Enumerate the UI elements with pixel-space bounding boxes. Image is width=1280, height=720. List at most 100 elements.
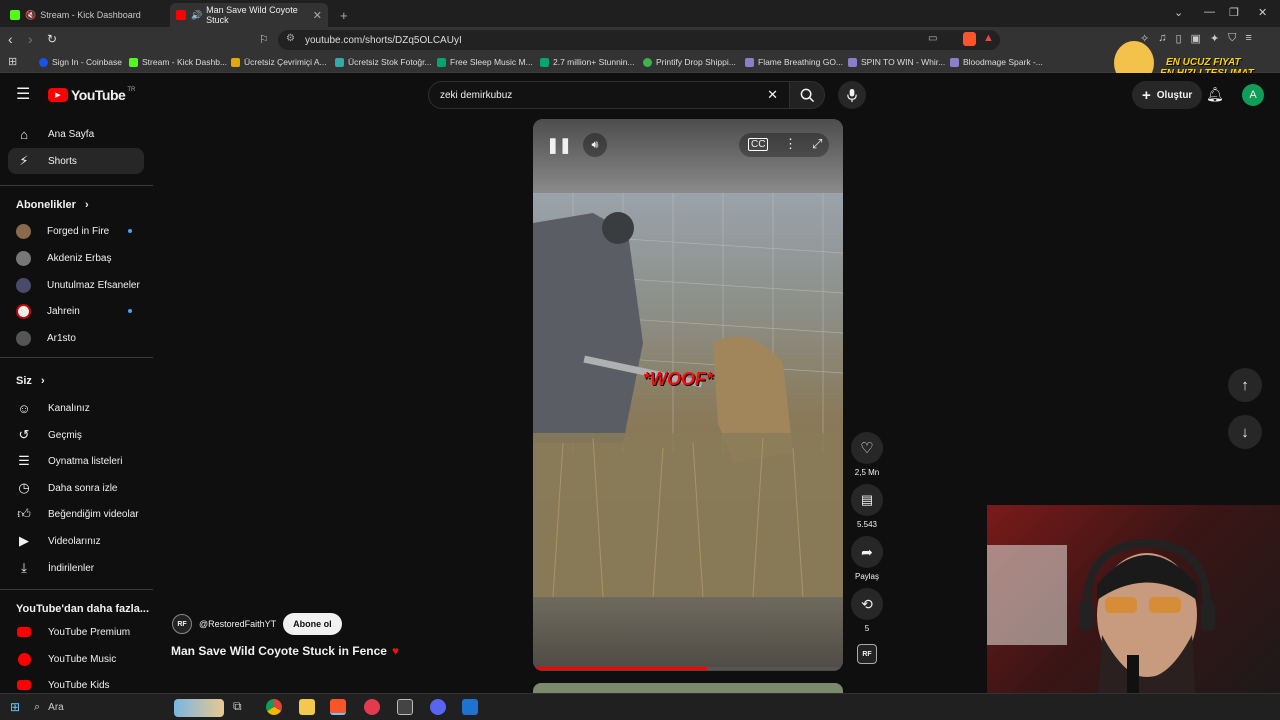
clear-search-icon[interactable]: ✕ — [767, 87, 778, 103]
subscribe-button[interactable]: Abone ol — [283, 613, 342, 635]
create-button[interactable]: + Oluştur — [1132, 81, 1203, 109]
bookmark-kick[interactable]: Stream - Kick Dashb... — [129, 57, 227, 67]
bookmark-ucretsiz-1[interactable]: Ücretsiz Çevrimiçi A... — [231, 57, 327, 67]
address-bar[interactable]: ⚙ youtube.com/shorts/DZq5OLCAUyI ▭ ▲ — [278, 30, 1000, 50]
sidebar-item-liked[interactable]: 👍︎ Beğendiğim videolar — [8, 501, 144, 527]
shorts-video-player[interactable]: *WOOF* ❚❚ 🔊︎ CC ⋮ ⤢ — [533, 119, 843, 671]
window-close-button[interactable]: ✕ — [1258, 6, 1267, 19]
tab-youtube-short[interactable]: 🔊 Man Save Wild Coyote Stuck ✕ — [170, 3, 328, 27]
back-icon[interactable]: ‹ — [8, 31, 13, 47]
bookmark-spin[interactable]: SPIN TO WIN - Whir... — [848, 57, 945, 67]
subscriptions-header[interactable]: Abonelikler › — [16, 199, 89, 211]
volume-icon: 🔊︎ — [591, 138, 599, 151]
progress-track[interactable] — [533, 667, 843, 670]
forward-icon[interactable]: › — [28, 31, 33, 47]
sub-akdeniz-erbas[interactable]: Akdeniz Erbaş — [8, 245, 144, 271]
sidebar-item-music[interactable]: YouTube Music — [8, 646, 144, 672]
next-short-preview[interactable] — [533, 683, 843, 693]
sidebar-toggle-icon[interactable]: ▯ — [1175, 32, 1181, 45]
discord-icon[interactable] — [430, 699, 446, 715]
sidebar-item-history[interactable]: ↺ Geçmiş — [8, 422, 144, 448]
comments-button[interactable]: ▤ — [851, 484, 883, 516]
sidebar-item-home[interactable]: ⌂ Ana Sayfa — [8, 121, 144, 147]
task-view-icon[interactable]: ⧉ — [233, 699, 242, 714]
like-button[interactable]: ♡ — [851, 432, 883, 464]
section-title: Siz — [16, 375, 32, 387]
new-tab-button[interactable]: + — [334, 3, 354, 27]
sub-jahrein[interactable]: Jahrein — [8, 298, 144, 324]
media-controls-icon[interactable]: ♫ — [1158, 32, 1166, 45]
previous-short-button[interactable]: ↑ — [1228, 368, 1262, 402]
bookmark-icon[interactable]: ⚐ — [259, 33, 269, 46]
fullscreen-icon[interactable]: ⤢ — [812, 136, 822, 152]
avatar-letter: A — [1249, 89, 1257, 101]
sidebar-item-playlists[interactable]: ☰ Oynatma listeleri — [8, 448, 144, 474]
sidebar-label: Unutulmaz Efsaneler — [47, 279, 140, 291]
tab-kick-dashboard[interactable]: 🔇 Stream - Kick Dashboard — [4, 3, 168, 27]
media-player-icon[interactable] — [364, 699, 380, 715]
share-button[interactable]: ➦ — [851, 536, 883, 568]
account-avatar[interactable]: A — [1242, 84, 1264, 106]
sub-unutulmaz-efsaneler[interactable]: Unutulmaz Efsaneler — [8, 272, 144, 298]
taskbar-search[interactable]: ⌕ Ara — [34, 698, 224, 717]
leo-ai-icon[interactable]: ✦ — [1210, 32, 1219, 45]
app-icon[interactable] — [462, 699, 478, 715]
brave-shield-icon[interactable] — [963, 32, 976, 46]
minimize-button[interactable]: — — [1204, 6, 1215, 18]
bookmark-coinbase[interactable]: Sign In - Coinbase — [39, 57, 122, 67]
brave-rewards-icon[interactable]: ▲ — [983, 32, 994, 44]
volume-button[interactable]: 🔊︎ — [583, 133, 607, 157]
cast-icon[interactable]: ▭ — [928, 33, 937, 44]
windows-start-icon[interactable]: ⊞ — [10, 700, 20, 714]
voice-search-button[interactable] — [838, 81, 866, 109]
bookmark-stunning[interactable]: 2.7 million+ Stunnin... — [540, 57, 635, 67]
notifications-bell-icon[interactable]: 🔔︎ — [1206, 86, 1224, 103]
bookmark-ucretsiz-2[interactable]: Ücretsiz Stok Fotoğr... — [335, 57, 432, 67]
obs-icon[interactable] — [397, 699, 413, 715]
file-explorer-icon[interactable] — [299, 699, 315, 715]
sidebar-label: Daha sonra izle — [48, 482, 118, 494]
bookmark-flame[interactable]: Flame Breathing GO... — [745, 57, 843, 67]
divider — [0, 185, 153, 186]
sidebar-item-premium[interactable]: YouTube Premium — [8, 619, 144, 645]
wallet-icon[interactable]: ▣ — [1191, 32, 1201, 45]
channel-handle[interactable]: @RestoredFaithYT — [199, 619, 276, 629]
youtube-logo[interactable]: ▶ YouTube TR — [48, 87, 135, 103]
chevron-right-icon: › — [40, 375, 45, 387]
sidebar-item-watch-later[interactable]: ◷ Daha sonra izle — [8, 475, 144, 501]
pause-button[interactable]: ❚❚ — [546, 133, 571, 157]
bookmark-label: Bloodmage Spark -... — [963, 57, 1043, 67]
close-tab-icon[interactable]: ✕ — [313, 9, 322, 22]
sidebar-item-your-videos[interactable]: ▶ Videolarınız — [8, 528, 144, 554]
menu-icon[interactable]: ≡ — [1245, 32, 1251, 45]
hamburger-menu-icon[interactable]: ☰ — [16, 84, 30, 104]
sidebar-item-downloads[interactable]: ⤓ İndirilenler — [8, 555, 144, 581]
maximize-button[interactable]: ❐ — [1229, 6, 1239, 19]
you-header[interactable]: Siz › — [16, 375, 45, 387]
vpn-icon[interactable]: ⛉ — [1228, 32, 1236, 45]
brave-icon[interactable] — [330, 699, 346, 715]
next-short-button[interactable]: ↓ — [1228, 415, 1262, 449]
bookmark-printify[interactable]: Printify Drop Shippi... — [643, 57, 736, 67]
coinbase-icon — [39, 57, 48, 67]
sub-ar1sto[interactable]: Ar1sto — [8, 325, 144, 351]
channel-logo[interactable]: RF — [172, 614, 192, 634]
sub-forged-in-fire[interactable]: Forged in Fire — [8, 218, 144, 244]
sidebar-item-your-channel[interactable]: ☺ Kanalınız — [8, 395, 144, 421]
search-button[interactable] — [789, 81, 825, 109]
chrome-icon[interactable] — [266, 699, 282, 715]
apps-grid-icon[interactable]: ⊞ — [8, 55, 17, 68]
bookmark-bloodmage[interactable]: Bloodmage Spark -... — [950, 57, 1043, 67]
audio-source-thumbnail[interactable]: RF — [857, 644, 877, 664]
sidebar-label: Forged in Fire — [47, 225, 110, 237]
captions-icon[interactable]: CC — [748, 138, 769, 151]
reload-icon[interactable]: ↻ — [47, 32, 57, 46]
remix-button[interactable]: ⟲ — [851, 588, 883, 620]
tab-search-icon[interactable]: ⌄ — [1174, 6, 1183, 19]
site-info-icon[interactable]: ⚙ — [286, 33, 295, 44]
sidebar-item-shorts[interactable]: ⚡︎ Shorts — [8, 148, 144, 174]
more-options-icon[interactable]: ⋮ — [784, 136, 797, 152]
bookmark-free-sleep[interactable]: Free Sleep Music M... — [437, 57, 533, 67]
search-input[interactable]: zeki demirkubuz ✕ — [428, 81, 790, 109]
short-title[interactable]: Man Save Wild Coyote Stuck in Fence ♥ — [171, 644, 399, 658]
